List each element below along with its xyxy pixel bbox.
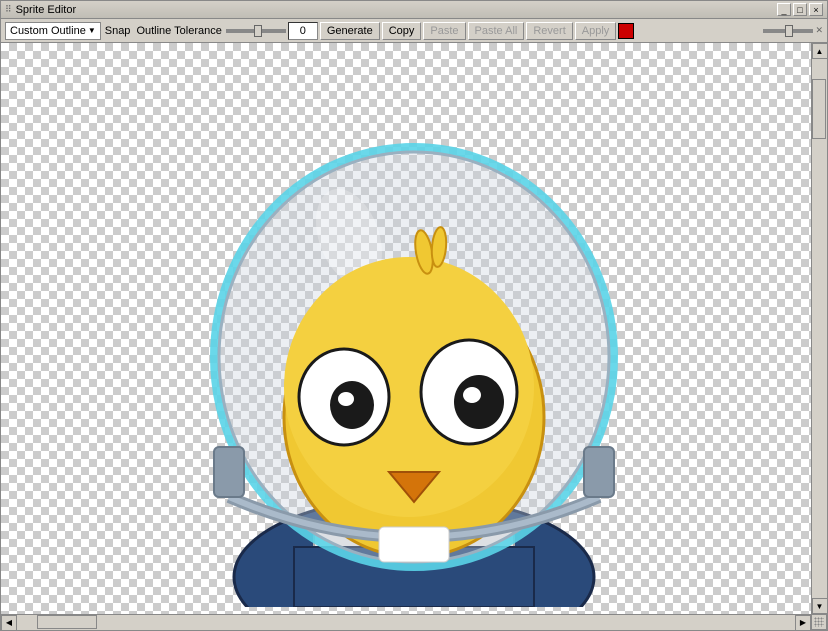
scroll-right-button[interactable]: ▶: [795, 615, 811, 631]
zoom-slider[interactable]: [763, 29, 813, 33]
window-title: Sprite Editor: [16, 4, 77, 16]
title-bar: ⠿ Sprite Editor _ □ ×: [1, 1, 827, 19]
snap-label: Snap: [105, 25, 131, 37]
scroll-up-button[interactable]: ▲: [812, 43, 828, 59]
scroll-left-button[interactable]: ◀: [1, 615, 17, 631]
tolerance-value: 0: [288, 22, 318, 40]
toolbar: Custom Outline ▼ Snap Outline Tolerance …: [1, 19, 827, 43]
zoom-end-icon: ✕: [815, 25, 823, 36]
generate-button[interactable]: Generate: [320, 22, 380, 40]
close-button[interactable]: ×: [809, 3, 823, 16]
zoom-slider-container: ✕: [763, 25, 823, 36]
title-bar-left: ⠿ Sprite Editor: [5, 4, 76, 16]
canvas-area: ◀ ▶ ▲ ▼: [1, 43, 827, 630]
resize-grip-icon: [814, 617, 824, 627]
chevron-down-icon: ▼: [88, 26, 96, 35]
scrollbar-corner: [811, 614, 827, 630]
v-scroll-track[interactable]: [812, 59, 827, 598]
apply-button[interactable]: Apply: [575, 22, 617, 40]
title-bar-controls: _ □ ×: [777, 3, 823, 16]
vertical-scrollbar[interactable]: ▲ ▼: [811, 43, 827, 614]
maximize-button[interactable]: □: [793, 3, 807, 16]
outline-mode-label: Custom Outline: [10, 25, 86, 37]
revert-button[interactable]: Revert: [526, 22, 572, 40]
outline-mode-dropdown[interactable]: Custom Outline ▼: [5, 22, 101, 40]
minimize-button[interactable]: _: [777, 3, 791, 16]
v-scroll-thumb[interactable]: [812, 79, 826, 139]
paste-all-button[interactable]: Paste All: [468, 22, 525, 40]
scroll-down-button[interactable]: ▼: [812, 598, 828, 614]
tolerance-slider-container: [226, 29, 286, 33]
zoom-slider-thumb[interactable]: [785, 25, 793, 37]
h-scroll-thumb[interactable]: [37, 615, 97, 629]
color-swatch[interactable]: [618, 23, 634, 39]
copy-button[interactable]: Copy: [382, 22, 422, 40]
tolerance-label: Outline Tolerance: [136, 25, 221, 37]
canvas-checkerboard: [1, 43, 827, 630]
h-scroll-track[interactable]: [17, 615, 795, 630]
tolerance-slider[interactable]: [226, 29, 286, 33]
grip-icon: ⠿: [5, 4, 12, 15]
horizontal-scrollbar[interactable]: ◀ ▶: [1, 614, 811, 630]
sprite-svg: [114, 67, 714, 607]
sprite-canvas[interactable]: [114, 67, 714, 607]
tolerance-slider-thumb[interactable]: [254, 25, 262, 37]
sprite-editor-window: ⠿ Sprite Editor _ □ × Custom Outline ▼ S…: [0, 0, 828, 631]
paste-button[interactable]: Paste: [423, 22, 465, 40]
